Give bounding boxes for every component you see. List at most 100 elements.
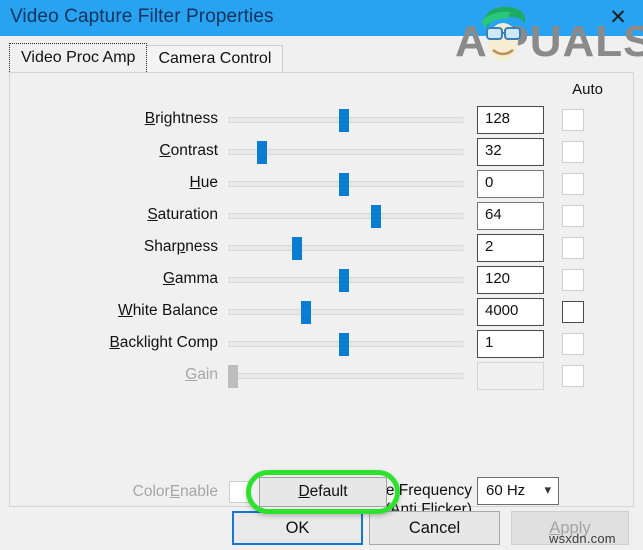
- accel-char: D: [298, 483, 310, 500]
- slider-thumb[interactable]: [291, 237, 302, 260]
- hue-value-field[interactable]: 0: [477, 170, 544, 198]
- label-text: OK: [285, 518, 310, 537]
- slider-thumb[interactable]: [338, 173, 349, 196]
- gain-label: Gain: [10, 366, 218, 384]
- accel-char: W: [118, 302, 133, 319]
- gain-value-field: [477, 362, 544, 390]
- label-text: hite Balance: [132, 302, 218, 319]
- sharpness-label: Sharpness: [10, 238, 218, 256]
- backlight-comp-slider[interactable]: [229, 328, 463, 360]
- label-text: efault: [309, 483, 348, 500]
- slider-track: [229, 373, 463, 379]
- label-text: ontrast: [170, 142, 218, 159]
- accel-char: C: [159, 142, 171, 159]
- accel-char: B: [144, 110, 156, 127]
- tab-video-proc-amp[interactable]: Video Proc Amp: [9, 43, 148, 72]
- slider-thumb[interactable]: [256, 141, 267, 164]
- tab-label: Video Proc Amp: [21, 49, 136, 66]
- label-text: acklight Comp: [119, 334, 218, 351]
- accel-char: H: [189, 174, 201, 191]
- tab-label: Camera Control: [158, 50, 272, 67]
- tab-strip: Video Proc Amp Camera Control: [9, 43, 284, 72]
- slider-track: [229, 213, 463, 219]
- gamma-label: Gamma: [10, 270, 218, 288]
- slider-thumb[interactable]: [338, 269, 349, 292]
- brightness-auto-checkbox[interactable]: [562, 109, 584, 131]
- label-text: Color: [132, 483, 170, 500]
- slider-thumb: [227, 365, 238, 388]
- backlight-comp-value-field[interactable]: 1: [477, 330, 544, 358]
- gain-auto-checkbox: [562, 365, 584, 387]
- powerline-frequency-select[interactable]: 60 Hz ▾: [477, 477, 559, 505]
- close-icon[interactable]: ✕: [601, 2, 635, 32]
- label-text: ue: [200, 174, 218, 191]
- control-row-backlight-comp: Backlight Comp 1: [10, 328, 635, 360]
- sharpness-slider[interactable]: [229, 232, 463, 264]
- saturation-label: Saturation: [10, 206, 218, 224]
- slider-thumb[interactable]: [338, 109, 349, 132]
- cancel-button[interactable]: Cancel: [369, 511, 500, 545]
- sharpness-auto-checkbox[interactable]: [562, 237, 584, 259]
- powerline-frequency-value: 60 Hz: [486, 482, 526, 499]
- hue-slider[interactable]: [229, 168, 463, 200]
- slider-thumb[interactable]: [301, 301, 312, 324]
- accel-char: p: [176, 238, 186, 255]
- white-balance-slider[interactable]: [229, 296, 463, 328]
- saturation-auto-checkbox[interactable]: [562, 205, 584, 227]
- label-text: aturation: [157, 206, 218, 223]
- slider-thumb[interactable]: [371, 205, 382, 228]
- tab-camera-control[interactable]: Camera Control: [146, 45, 284, 72]
- dialog-window: Video Capture Filter Properties ✕ A PUAL…: [0, 0, 643, 550]
- site-watermark: wsxdn.com: [549, 531, 616, 546]
- color-enable-label: ColorEnable: [55, 483, 218, 501]
- control-row-gamma: Gamma 120: [10, 264, 635, 296]
- slider-track: [229, 245, 463, 251]
- control-row-saturation: Saturation 64: [10, 200, 635, 232]
- control-row-contrast: Contrast 32: [10, 136, 635, 168]
- gamma-auto-checkbox[interactable]: [562, 269, 584, 291]
- label-text: amma: [174, 270, 218, 287]
- brightness-slider[interactable]: [229, 104, 463, 136]
- white-balance-value-field[interactable]: 4000: [477, 298, 544, 326]
- slider-thumb[interactable]: [338, 333, 349, 356]
- brightness-label: Brightness: [10, 110, 218, 128]
- gamma-slider[interactable]: [229, 264, 463, 296]
- gamma-value-field[interactable]: 120: [477, 266, 544, 294]
- control-row-brightness: Brightness 128: [10, 104, 635, 136]
- auto-column-header: Auto: [572, 81, 603, 98]
- hue-label: Hue: [10, 174, 218, 192]
- default-button[interactable]: Default: [259, 477, 387, 507]
- contrast-auto-checkbox[interactable]: [562, 141, 584, 163]
- accel-char: B: [109, 334, 120, 351]
- backlight-comp-auto-checkbox[interactable]: [562, 333, 584, 355]
- title-bar: Video Capture Filter Properties ✕: [0, 0, 643, 36]
- white-balance-auto-checkbox[interactable]: [562, 301, 584, 323]
- accel-char: G: [185, 366, 198, 383]
- label-text: rightness: [155, 110, 218, 127]
- label-text: ain: [197, 366, 218, 383]
- brightness-value-field[interactable]: 128: [477, 106, 544, 134]
- accel-char: G: [162, 270, 175, 287]
- label-text: Shar: [143, 238, 177, 255]
- contrast-value-field[interactable]: 32: [477, 138, 544, 166]
- hue-auto-checkbox[interactable]: [562, 173, 584, 195]
- backlight-comp-label: Backlight Comp: [10, 334, 218, 352]
- contrast-slider[interactable]: [229, 136, 463, 168]
- saturation-slider[interactable]: [229, 200, 463, 232]
- gain-slider: [227, 360, 463, 392]
- sharpness-value-field[interactable]: 2: [477, 234, 544, 262]
- accel-char: E: [169, 483, 181, 500]
- accel-char: S: [147, 206, 158, 223]
- label-text: nable: [180, 483, 218, 500]
- saturation-value-field[interactable]: 64: [477, 202, 544, 230]
- label-text: Cancel: [408, 518, 461, 537]
- color-enable-checkbox: [229, 481, 251, 503]
- white-balance-label: White Balance: [10, 302, 218, 320]
- ok-button[interactable]: OK: [232, 511, 363, 545]
- control-row-sharpness: Sharpness 2: [10, 232, 635, 264]
- chevron-down-icon: ▾: [544, 482, 551, 497]
- slider-track: [229, 309, 463, 315]
- control-row-hue: Hue 0: [10, 168, 635, 200]
- video-proc-amp-panel: Auto Brightness 128 Contrast 32 Hue 0 Sa…: [9, 72, 635, 518]
- label-text: ness: [185, 238, 218, 255]
